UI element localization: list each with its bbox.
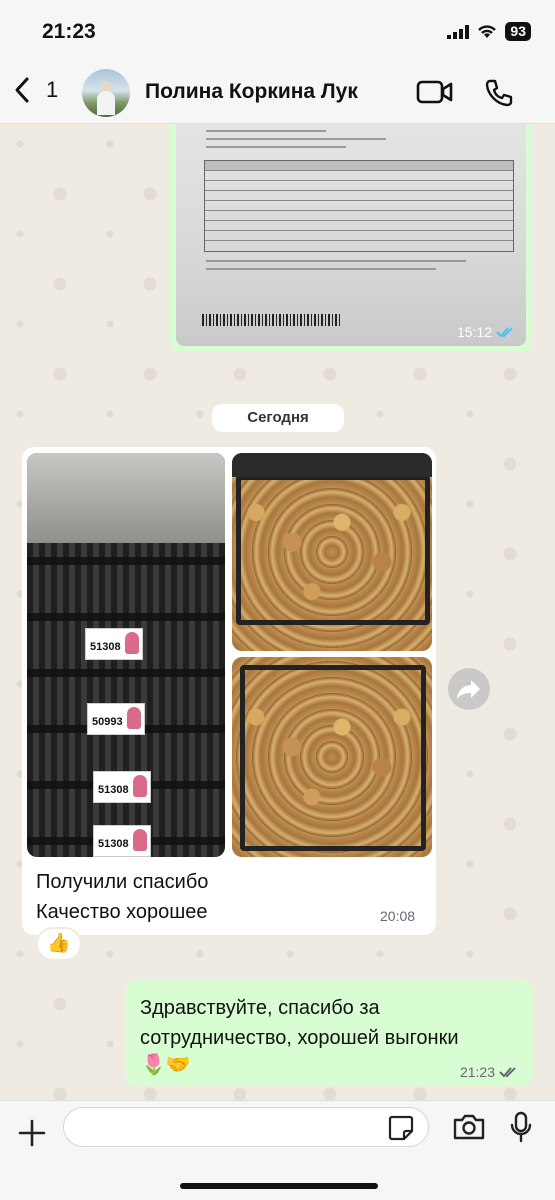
crate-label: 51308	[93, 771, 151, 803]
message-time: 15:12	[457, 324, 516, 340]
status-icons: 93	[447, 22, 531, 41]
photo-crates[interactable]: 51308 50993 51308 51308	[27, 453, 225, 857]
document-photo-message[interactable]: 15:12	[170, 124, 532, 352]
photo-group-message[interactable]: 51308 50993 51308 51308	[22, 447, 436, 935]
status-time: 21:23	[42, 20, 96, 43]
crate-label-number: 51308	[90, 641, 121, 653]
sticker-icon[interactable]	[388, 1115, 414, 1141]
outgoing-message-emojis: 🌷🤝	[141, 1054, 191, 1076]
home-indicator[interactable]	[180, 1183, 378, 1189]
crate-label: 51308	[85, 628, 143, 660]
read-ticks-icon	[496, 327, 513, 338]
photo-bulbs-bottom[interactable]	[232, 657, 432, 857]
crate-label-number: 51308	[98, 838, 129, 850]
doc-photo-time: 15:12	[456, 324, 492, 340]
back-button[interactable]: 1	[14, 76, 58, 104]
phone-icon[interactable]	[484, 78, 514, 108]
video-call-icon[interactable]	[416, 78, 454, 106]
message-line: Получили спасибо	[36, 871, 209, 893]
incoming-message-text: Получили спасибо Качество хорошее	[36, 867, 208, 927]
document-table	[204, 160, 514, 252]
chevron-left-icon	[15, 77, 29, 103]
battery-indicator: 93	[505, 22, 531, 41]
forward-icon	[457, 680, 480, 699]
camera-icon[interactable]	[452, 1113, 486, 1141]
attach-button[interactable]	[18, 1111, 46, 1153]
delivered-ticks-icon	[499, 1067, 516, 1078]
reaction-badge[interactable]: 👍	[36, 927, 82, 961]
wifi-icon	[478, 25, 497, 38]
chat-area[interactable]: 15:12 Сегодня 51308 50993 51308 51308 По…	[0, 124, 555, 1100]
unread-count: 1	[46, 77, 59, 102]
crate-label: 51308	[93, 825, 151, 857]
crate-label-number: 51308	[98, 784, 129, 796]
crate-label-number: 50993	[92, 716, 123, 728]
signal-icon	[447, 24, 470, 39]
microphone-icon[interactable]	[510, 1111, 532, 1143]
forward-button[interactable]	[448, 668, 490, 710]
barcode	[202, 314, 342, 326]
outgoing-message-meta: 21:23	[460, 1064, 519, 1080]
status-bar: 21:23 93	[0, 0, 555, 62]
incoming-message-time: 20:08	[380, 908, 416, 924]
photo-bulbs-top[interactable]	[232, 453, 432, 651]
chat-header: 1 Полина Коркина Лук	[0, 62, 555, 124]
avatar[interactable]	[82, 69, 130, 117]
document-photo[interactable]: 15:12	[176, 124, 526, 346]
outgoing-message[interactable]: Здравствуйте, спасибо за сотрудничество,…	[125, 980, 533, 1086]
crate-label: 50993	[87, 703, 145, 735]
outgoing-message-text: Здравствуйте, спасибо за сотрудничество,…	[140, 997, 459, 1049]
date-divider: Сегодня	[212, 404, 344, 432]
message-line: Качество хорошее	[36, 901, 208, 923]
plus-icon	[18, 1119, 46, 1147]
outgoing-message-time: 21:23	[459, 1064, 495, 1080]
contact-name[interactable]: Полина Коркина Лук	[145, 80, 358, 104]
message-input[interactable]	[63, 1107, 429, 1147]
